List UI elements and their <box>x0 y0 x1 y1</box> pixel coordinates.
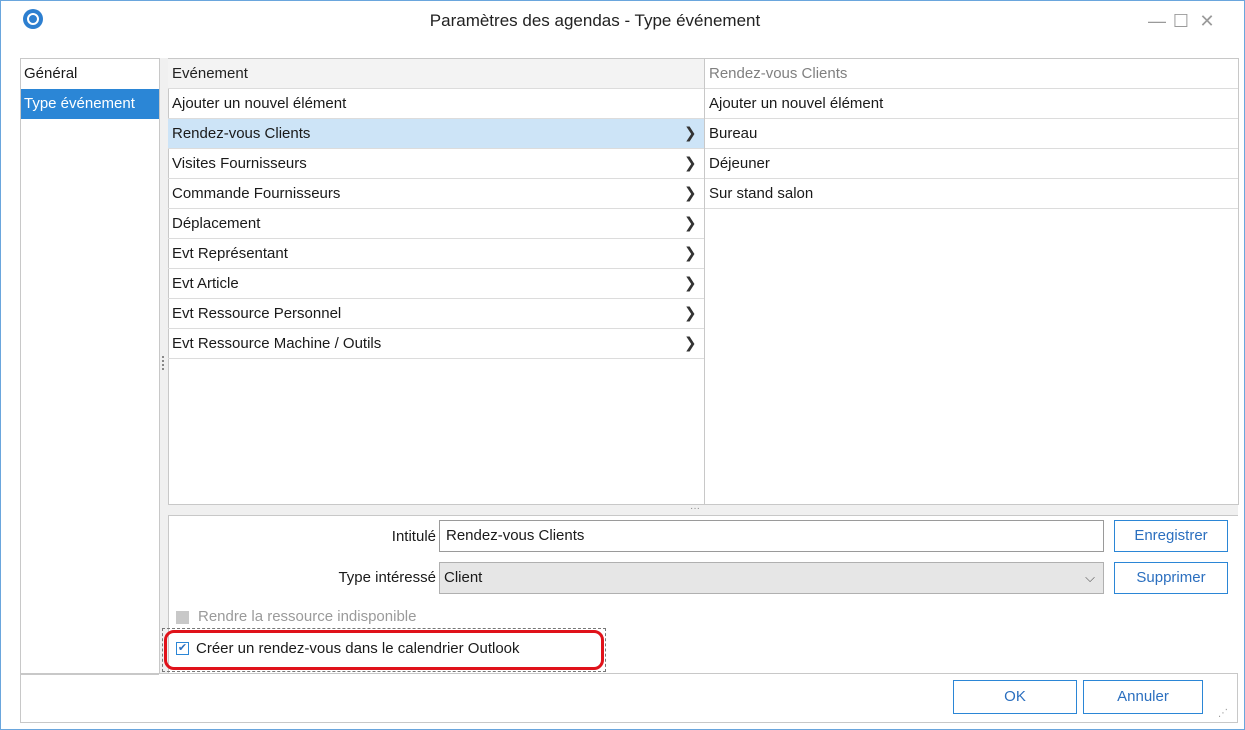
list-item-label: Evt Ressource Machine / Outils <box>172 335 382 352</box>
delete-button[interactable]: Supprimer <box>1114 562 1228 594</box>
cancel-button[interactable]: Annuler <box>1083 680 1203 714</box>
list-item[interactable]: Evt Ressource Personnel ❯ <box>168 299 704 329</box>
window-title: Paramètres des agendas - Type événement <box>429 11 761 30</box>
settings-nav: Général Type événement <box>20 58 159 675</box>
list-item-label: Evt Ressource Personnel <box>172 305 342 322</box>
maximize-icon[interactable]: ☐ <box>1171 11 1191 31</box>
chevron-right-icon: ❯ <box>684 245 697 262</box>
chevron-right-icon: ❯ <box>684 215 697 232</box>
list-item-label: Déplacement <box>172 215 261 232</box>
list-item-label: Evt Représentant <box>172 245 288 262</box>
chevron-right-icon: ❯ <box>684 335 697 352</box>
list-item[interactable]: Rendez-vous Clients ❯ <box>168 119 704 149</box>
chevron-right-icon: ❯ <box>684 125 697 142</box>
unavailable-checkbox <box>176 611 189 624</box>
list-item-label: Evt Article <box>172 275 239 292</box>
ok-button[interactable]: OK <box>953 680 1077 714</box>
list-item[interactable]: Visites Fournisseurs ❯ <box>168 149 704 179</box>
list-item[interactable]: Evt Représentant ❯ <box>168 239 704 269</box>
chevron-right-icon: ❯ <box>684 305 697 322</box>
nav-item-general[interactable]: Général <box>21 59 159 89</box>
add-sub-event-item[interactable]: Ajouter un nouvel élément <box>705 89 1238 119</box>
list-item[interactable]: Evt Article ❯ <box>168 269 704 299</box>
footer-divider <box>20 673 1238 674</box>
resize-grip-icon[interactable]: ⋰ <box>1218 708 1230 720</box>
splitter-grip-icon: ··· <box>690 503 700 514</box>
chevron-right-icon: ❯ <box>684 185 697 202</box>
title-bar: Paramètres des agendas - Type événement … <box>1 1 1244 41</box>
splitter-grip-icon <box>162 356 166 370</box>
close-icon[interactable]: ✕ <box>1197 11 1217 31</box>
save-button[interactable]: Enregistrer <box>1114 520 1228 552</box>
chevron-right-icon: ❯ <box>684 275 697 292</box>
horizontal-splitter[interactable]: ··· <box>168 504 1238 516</box>
type-interesse-value: Client <box>444 569 483 586</box>
list-item[interactable]: Déjeuner <box>705 149 1238 179</box>
sub-event-list: Rendez-vous Clients Ajouter un nouvel él… <box>705 58 1239 505</box>
list-item[interactable]: Commande Fournisseurs ❯ <box>168 179 704 209</box>
list-item-label: Commande Fournisseurs <box>172 185 341 202</box>
list-item[interactable]: Bureau <box>705 119 1238 149</box>
add-event-item[interactable]: Ajouter un nouvel élément <box>168 89 704 119</box>
minimize-icon[interactable]: — <box>1147 11 1167 31</box>
event-list-header: Evénement <box>168 59 704 89</box>
nav-item-type-evenement[interactable]: Type événement <box>21 89 159 119</box>
list-item[interactable]: Déplacement ❯ <box>168 209 704 239</box>
outlook-checkbox[interactable]: ✔ <box>176 642 189 655</box>
type-interesse-select[interactable]: Client ⌵ <box>439 562 1104 594</box>
unavailable-label: Rendre la ressource indisponible <box>198 608 417 625</box>
intitule-label: Intitulé <box>391 528 436 545</box>
outlook-label[interactable]: Créer un rendez-vous dans le calendrier … <box>196 639 520 659</box>
chevron-down-icon: ⌵ <box>1085 570 1095 585</box>
list-item-label: Visites Fournisseurs <box>172 155 307 172</box>
list-item[interactable]: Sur stand salon <box>705 179 1238 209</box>
chevron-right-icon: ❯ <box>684 155 697 172</box>
list-item[interactable]: Evt Ressource Machine / Outils ❯ <box>168 329 704 359</box>
type-interesse-label: Type intéressé <box>338 569 436 586</box>
sub-event-list-header: Rendez-vous Clients <box>705 59 1238 89</box>
list-item-label: Rendez-vous Clients <box>172 125 311 142</box>
event-type-list: Evénement Ajouter un nouvel élément Rend… <box>168 58 705 505</box>
intitule-input[interactable]: Rendez-vous Clients <box>439 520 1104 552</box>
